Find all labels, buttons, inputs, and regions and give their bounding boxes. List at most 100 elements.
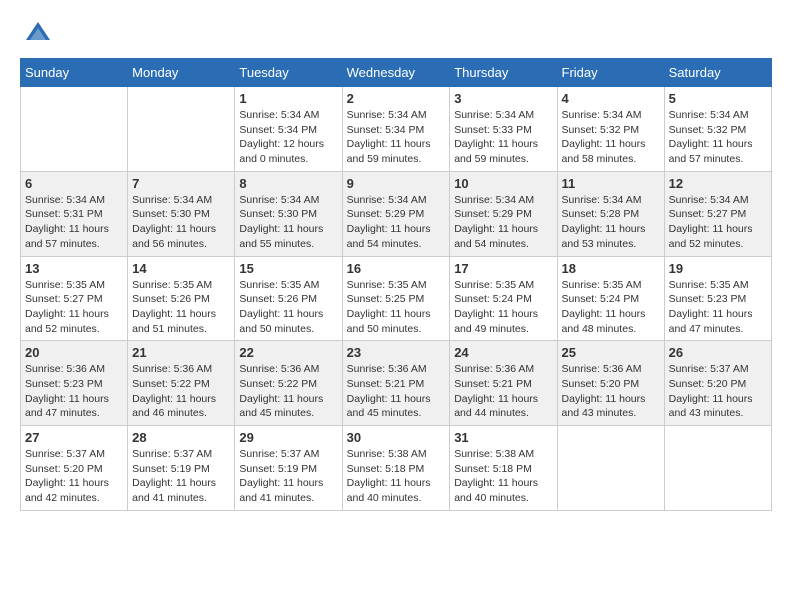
calendar-cell: 25 Sunrise: 5:36 AM Sunset: 5:20 PM Dayli… xyxy=(557,341,664,426)
calendar-week-row: 13 Sunrise: 5:35 AM Sunset: 5:27 PM Dayli… xyxy=(21,256,772,341)
calendar-cell: 9 Sunrise: 5:34 AM Sunset: 5:29 PM Daylig… xyxy=(342,171,450,256)
day-number: 23 xyxy=(347,345,446,360)
weekday-header: Sunday xyxy=(21,59,128,87)
day-info: Sunrise: 5:36 AM Sunset: 5:21 PM Dayligh… xyxy=(454,362,552,421)
calendar-cell: 30 Sunrise: 5:38 AM Sunset: 5:18 PM Dayli… xyxy=(342,426,450,511)
calendar-cell: 4 Sunrise: 5:34 AM Sunset: 5:32 PM Daylig… xyxy=(557,87,664,172)
day-info: Sunrise: 5:35 AM Sunset: 5:27 PM Dayligh… xyxy=(25,278,123,337)
day-number: 14 xyxy=(132,261,230,276)
day-info: Sunrise: 5:37 AM Sunset: 5:19 PM Dayligh… xyxy=(132,447,230,506)
day-info: Sunrise: 5:34 AM Sunset: 5:30 PM Dayligh… xyxy=(132,193,230,252)
day-info: Sunrise: 5:35 AM Sunset: 5:24 PM Dayligh… xyxy=(454,278,552,337)
calendar-week-row: 20 Sunrise: 5:36 AM Sunset: 5:23 PM Dayli… xyxy=(21,341,772,426)
calendar-week-row: 27 Sunrise: 5:37 AM Sunset: 5:20 PM Dayli… xyxy=(21,426,772,511)
day-info: Sunrise: 5:34 AM Sunset: 5:34 PM Dayligh… xyxy=(347,108,446,167)
day-info: Sunrise: 5:36 AM Sunset: 5:21 PM Dayligh… xyxy=(347,362,446,421)
day-info: Sunrise: 5:37 AM Sunset: 5:20 PM Dayligh… xyxy=(25,447,123,506)
calendar-header-row: SundayMondayTuesdayWednesdayThursdayFrid… xyxy=(21,59,772,87)
logo xyxy=(20,20,52,48)
calendar-cell: 14 Sunrise: 5:35 AM Sunset: 5:26 PM Dayli… xyxy=(128,256,235,341)
calendar-cell: 7 Sunrise: 5:34 AM Sunset: 5:30 PM Daylig… xyxy=(128,171,235,256)
day-info: Sunrise: 5:35 AM Sunset: 5:25 PM Dayligh… xyxy=(347,278,446,337)
day-number: 15 xyxy=(239,261,337,276)
weekday-header: Friday xyxy=(557,59,664,87)
calendar-cell: 29Sunrise: 5:37 AM Sunset: 5:19 PM Dayli… xyxy=(235,426,342,511)
calendar-cell: 19 Sunrise: 5:35 AM Sunset: 5:23 PM Dayli… xyxy=(664,256,771,341)
weekday-header: Monday xyxy=(128,59,235,87)
calendar-cell xyxy=(557,426,664,511)
day-info: Sunrise: 5:35 AM Sunset: 5:26 PM Dayligh… xyxy=(239,278,337,337)
day-number: 2 xyxy=(347,91,446,106)
day-info: Sunrise: 5:36 AM Sunset: 5:23 PM Dayligh… xyxy=(25,362,123,421)
calendar-cell xyxy=(128,87,235,172)
day-info: Sunrise: 5:37 AM Sunset: 5:19 PM Dayligh… xyxy=(239,447,337,506)
day-number: 9 xyxy=(347,176,446,191)
calendar-cell: 16 Sunrise: 5:35 AM Sunset: 5:25 PM Dayli… xyxy=(342,256,450,341)
day-info: Sunrise: 5:34 AM Sunset: 5:30 PM Dayligh… xyxy=(239,193,337,252)
day-info: Sunrise: 5:34 AM Sunset: 5:28 PM Dayligh… xyxy=(562,193,660,252)
calendar-cell: 3 Sunrise: 5:34 AM Sunset: 5:33 PM Daylig… xyxy=(450,87,557,172)
day-number: 5 xyxy=(669,91,767,106)
day-number: 13 xyxy=(25,261,123,276)
day-info: Sunrise: 5:34 AM Sunset: 5:27 PM Dayligh… xyxy=(669,193,767,252)
calendar-cell: 27 Sunrise: 5:37 AM Sunset: 5:20 PM Dayli… xyxy=(21,426,128,511)
calendar-cell: 20 Sunrise: 5:36 AM Sunset: 5:23 PM Dayli… xyxy=(21,341,128,426)
day-number: 22 xyxy=(239,345,337,360)
day-info: Sunrise: 5:35 AM Sunset: 5:23 PM Dayligh… xyxy=(669,278,767,337)
day-number: 4 xyxy=(562,91,660,106)
calendar-cell: 18 Sunrise: 5:35 AM Sunset: 5:24 PM Dayli… xyxy=(557,256,664,341)
day-number: 8 xyxy=(239,176,337,191)
weekday-header: Tuesday xyxy=(235,59,342,87)
day-info: Sunrise: 5:38 AM Sunset: 5:18 PM Dayligh… xyxy=(454,447,552,506)
day-number: 6 xyxy=(25,176,123,191)
day-number: 25 xyxy=(562,345,660,360)
calendar-cell: 21Sunrise: 5:36 AM Sunset: 5:22 PM Dayli… xyxy=(128,341,235,426)
day-number: 24 xyxy=(454,345,552,360)
calendar-cell: 31 Sunrise: 5:38 AM Sunset: 5:18 PM Dayli… xyxy=(450,426,557,511)
calendar-cell: 24 Sunrise: 5:36 AM Sunset: 5:21 PM Dayli… xyxy=(450,341,557,426)
day-number: 30 xyxy=(347,430,446,445)
calendar-cell: 11Sunrise: 5:34 AM Sunset: 5:28 PM Dayli… xyxy=(557,171,664,256)
calendar-cell: 28 Sunrise: 5:37 AM Sunset: 5:19 PM Dayli… xyxy=(128,426,235,511)
day-info: Sunrise: 5:34 AM Sunset: 5:34 PM Dayligh… xyxy=(239,108,337,167)
day-number: 18 xyxy=(562,261,660,276)
calendar-week-row: 1Sunrise: 5:34 AM Sunset: 5:34 PM Daylig… xyxy=(21,87,772,172)
day-number: 10 xyxy=(454,176,552,191)
calendar-cell: 6Sunrise: 5:34 AM Sunset: 5:31 PM Daylig… xyxy=(21,171,128,256)
weekday-header: Saturday xyxy=(664,59,771,87)
calendar: SundayMondayTuesdayWednesdayThursdayFrid… xyxy=(20,58,772,511)
calendar-cell: 22Sunrise: 5:36 AM Sunset: 5:22 PM Dayli… xyxy=(235,341,342,426)
day-number: 12 xyxy=(669,176,767,191)
calendar-cell: 10 Sunrise: 5:34 AM Sunset: 5:29 PM Dayli… xyxy=(450,171,557,256)
page-header xyxy=(20,20,772,48)
calendar-cell: 23 Sunrise: 5:36 AM Sunset: 5:21 PM Dayli… xyxy=(342,341,450,426)
calendar-cell: 2 Sunrise: 5:34 AM Sunset: 5:34 PM Daylig… xyxy=(342,87,450,172)
day-info: Sunrise: 5:34 AM Sunset: 5:32 PM Dayligh… xyxy=(562,108,660,167)
day-info: Sunrise: 5:34 AM Sunset: 5:32 PM Dayligh… xyxy=(669,108,767,167)
calendar-cell xyxy=(21,87,128,172)
calendar-cell: 26 Sunrise: 5:37 AM Sunset: 5:20 PM Dayli… xyxy=(664,341,771,426)
day-info: Sunrise: 5:35 AM Sunset: 5:26 PM Dayligh… xyxy=(132,278,230,337)
day-number: 20 xyxy=(25,345,123,360)
day-info: Sunrise: 5:38 AM Sunset: 5:18 PM Dayligh… xyxy=(347,447,446,506)
day-info: Sunrise: 5:34 AM Sunset: 5:29 PM Dayligh… xyxy=(347,193,446,252)
day-number: 27 xyxy=(25,430,123,445)
day-number: 31 xyxy=(454,430,552,445)
day-info: Sunrise: 5:34 AM Sunset: 5:33 PM Dayligh… xyxy=(454,108,552,167)
day-number: 26 xyxy=(669,345,767,360)
day-info: Sunrise: 5:34 AM Sunset: 5:29 PM Dayligh… xyxy=(454,193,552,252)
day-number: 3 xyxy=(454,91,552,106)
calendar-cell: 8 Sunrise: 5:34 AM Sunset: 5:30 PM Daylig… xyxy=(235,171,342,256)
logo-icon xyxy=(24,20,52,48)
calendar-cell: 5 Sunrise: 5:34 AM Sunset: 5:32 PM Daylig… xyxy=(664,87,771,172)
calendar-cell: 1Sunrise: 5:34 AM Sunset: 5:34 PM Daylig… xyxy=(235,87,342,172)
day-number: 28 xyxy=(132,430,230,445)
day-info: Sunrise: 5:35 AM Sunset: 5:24 PM Dayligh… xyxy=(562,278,660,337)
day-number: 7 xyxy=(132,176,230,191)
day-info: Sunrise: 5:37 AM Sunset: 5:20 PM Dayligh… xyxy=(669,362,767,421)
day-number: 19 xyxy=(669,261,767,276)
day-info: Sunrise: 5:36 AM Sunset: 5:20 PM Dayligh… xyxy=(562,362,660,421)
calendar-cell: 13 Sunrise: 5:35 AM Sunset: 5:27 PM Dayli… xyxy=(21,256,128,341)
day-number: 16 xyxy=(347,261,446,276)
calendar-cell xyxy=(664,426,771,511)
